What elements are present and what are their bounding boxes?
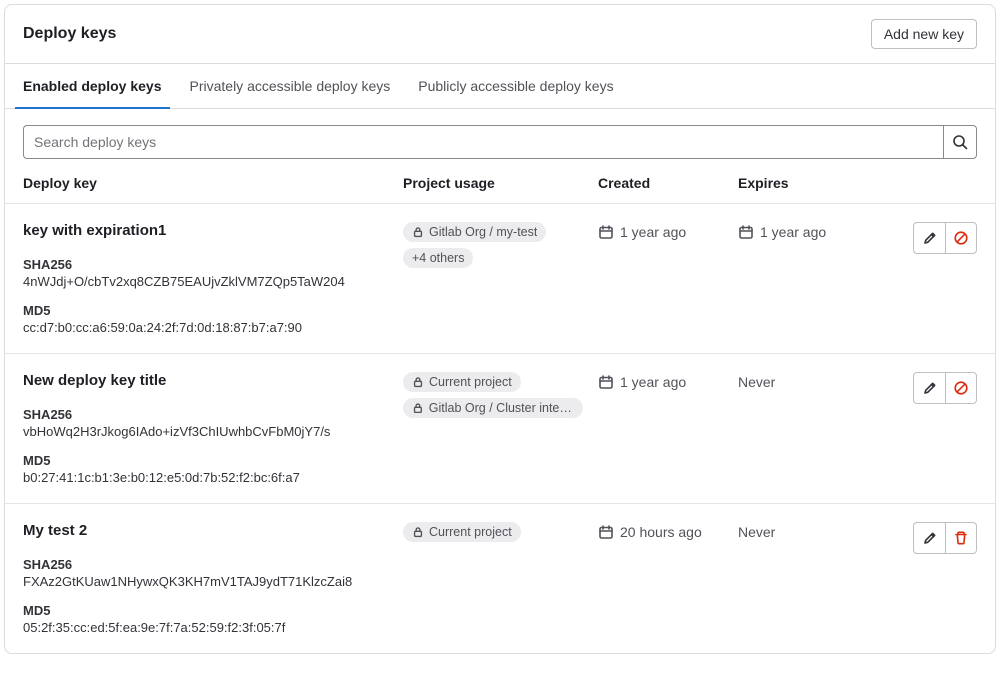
project-usage-cell: Gitlab Org / my-test +4 others [403,222,593,268]
key-title: My test 2 [23,522,403,539]
sha256-value: FXAz2GtKUaw1NHywxQK3KH7mV1TAJ9ydT71KlzcZ… [23,574,383,589]
card-header: Deploy keys Add new key [5,5,995,64]
edit-button[interactable] [913,372,945,404]
created-value: 1 year ago [620,224,686,240]
edit-button[interactable] [913,522,945,554]
key-title: key with expiration1 [23,222,403,239]
calendar-icon [598,374,614,390]
badge-text: +4 others [412,251,464,265]
project-badge: Gitlab Org / Cluster integ... [403,398,583,418]
badge-text: Gitlab Org / my-test [429,225,537,239]
lock-icon [412,402,424,414]
expires-cell: 1 year ago [738,222,878,240]
edit-button[interactable] [913,222,945,254]
page-title: Deploy keys [23,25,116,43]
search-icon [952,134,968,150]
badge-text: Current project [429,525,512,539]
sha256-label: SHA256 [23,257,403,272]
search-input[interactable] [23,125,943,159]
search-row [5,109,995,173]
created-value: 1 year ago [620,374,686,390]
project-usage-cell: Current project Gitlab Org / Cluster inte… [403,372,593,418]
created-cell: 1 year ago [598,372,738,390]
key-title: New deploy key title [23,372,403,389]
actions-cell [878,222,977,254]
col-created: Created [598,175,738,191]
actions-cell [878,522,977,554]
calendar-icon [598,524,614,540]
expires-value: Never [738,524,775,540]
deploy-key-cell: New deploy key title SHA256 vbHoWq2H3rJkog… [23,372,403,485]
tab-1[interactable]: Privately accessible deploy keys [190,64,391,108]
delete-button[interactable] [945,522,977,554]
pencil-icon [922,230,938,246]
created-cell: 1 year ago [598,222,738,240]
col-project-usage: Project usage [403,175,598,191]
md5-value: b0:27:41:1c:b1:3e:b0:12:e5:0d:7b:52:f2:b… [23,470,383,485]
sha256-label: SHA256 [23,557,403,572]
badge-text: Gitlab Org / Cluster integ... [429,401,574,415]
sha256-value: 4nWJdj+O/cbTv2xq8CZB75EAUjvZklVM7ZQp5TaW… [23,274,383,289]
table-row: key with expiration1 SHA256 4nWJdj+O/cbTv2… [5,203,995,353]
created-value: 20 hours ago [620,524,702,540]
table-header: Deploy key Project usage Created Expires [5,173,995,203]
deploy-key-cell: key with expiration1 SHA256 4nWJdj+O/cbTv2… [23,222,403,335]
cancel-icon [953,380,969,396]
md5-value: 05:2f:35:cc:ed:5f:ea:9e:7f:7a:52:59:f2:3… [23,620,383,635]
actions-cell [878,372,977,404]
tab-0[interactable]: Enabled deploy keys [23,64,162,108]
table-row: New deploy key title SHA256 vbHoWq2H3rJkog… [5,353,995,503]
calendar-icon [598,224,614,240]
calendar-icon [738,224,754,240]
pencil-icon [922,530,938,546]
tab-2[interactable]: Publicly accessible deploy keys [418,64,613,108]
sha256-label: SHA256 [23,407,403,422]
table-row: My test 2 SHA256 FXAz2GtKUaw1NHywxQK3KH7mV… [5,503,995,653]
tabs: Enabled deploy keys Privately accessible … [5,64,995,109]
lock-icon [412,226,424,238]
md5-label: MD5 [23,603,403,618]
deploy-key-cell: My test 2 SHA256 FXAz2GtKUaw1NHywxQK3KH7mV… [23,522,403,635]
disable-button[interactable] [945,222,977,254]
expires-cell: Never [738,372,878,390]
project-badge: Current project [403,372,521,392]
project-badge: +4 others [403,248,473,268]
expires-value: Never [738,374,775,390]
col-deploy-key: Deploy key [23,175,403,191]
pencil-icon [922,380,938,396]
add-new-key-button[interactable]: Add new key [871,19,977,49]
created-cell: 20 hours ago [598,522,738,540]
md5-label: MD5 [23,303,403,318]
project-usage-cell: Current project [403,522,593,542]
expires-value: 1 year ago [760,224,826,240]
disable-button[interactable] [945,372,977,404]
lock-icon [412,376,424,388]
trash-icon [953,530,969,546]
col-expires: Expires [738,175,878,191]
search-button[interactable] [943,125,977,159]
project-badge: Gitlab Org / my-test [403,222,546,242]
badge-text: Current project [429,375,512,389]
lock-icon [412,526,424,538]
project-badge: Current project [403,522,521,542]
md5-value: cc:d7:b0:cc:a6:59:0a:24:2f:7d:0d:18:87:b… [23,320,383,335]
deploy-keys-card: Deploy keys Add new key Enabled deploy k… [4,4,996,654]
cancel-icon [953,230,969,246]
expires-cell: Never [738,522,878,540]
sha256-value: vbHoWq2H3rJkog6IAdo+izVf3ChIUwhbCvFbM0jY… [23,424,383,439]
md5-label: MD5 [23,453,403,468]
